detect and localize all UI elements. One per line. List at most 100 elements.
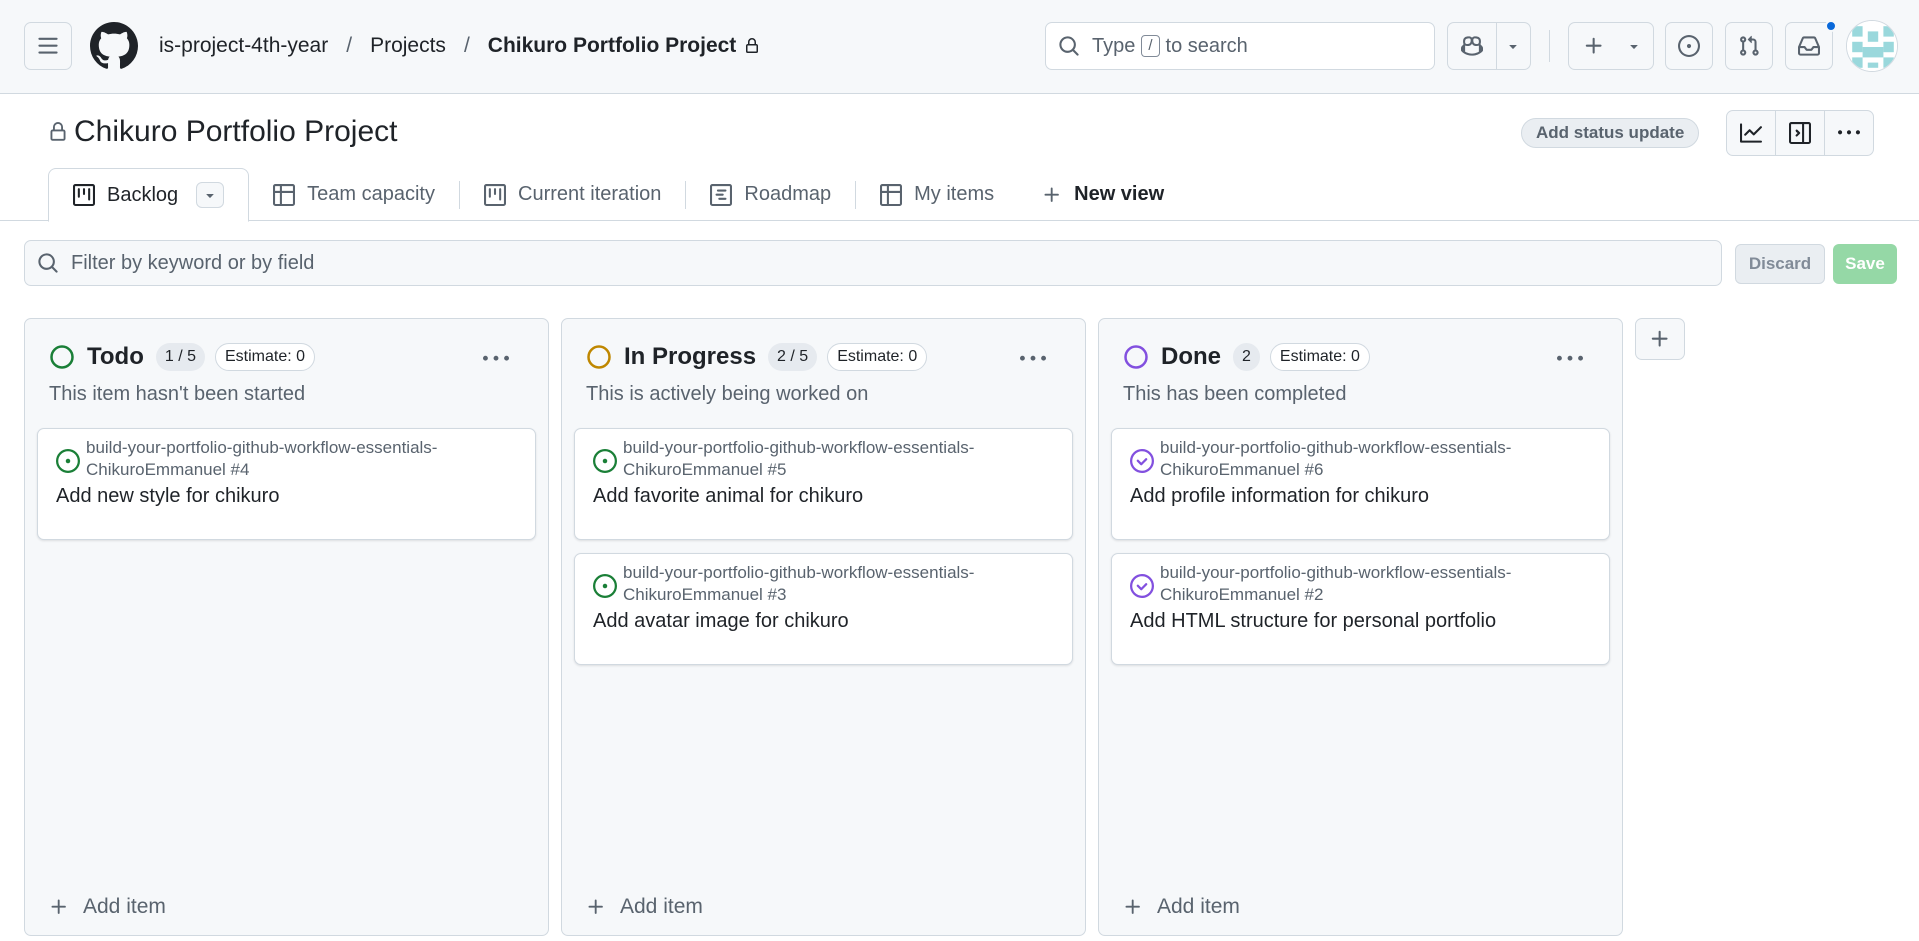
project-board-icon [484, 183, 506, 206]
board-column-in-progress: In Progress 2 / 5 Estimate: 0 This is ac… [561, 318, 1086, 936]
plus-icon [1042, 185, 1062, 205]
plus-icon [1123, 897, 1143, 917]
issue-card[interactable]: build-your-portfolio-github-workflow-ess… [1111, 428, 1610, 540]
plus-icon [1651, 330, 1668, 347]
issue-closed-icon [1130, 449, 1154, 473]
new-view-button[interactable]: New view [1018, 168, 1188, 221]
column-description: This item hasn't been started [49, 383, 306, 405]
github-logo[interactable] [89, 22, 138, 70]
add-column-button[interactable] [1635, 318, 1685, 360]
tab-my-items[interactable]: My items [856, 168, 1018, 221]
card-repository[interactable]: build-your-portfolio-github-workflow-ess… [623, 562, 1063, 606]
issue-card[interactable]: build-your-portfolio-github-workflow-ess… [1111, 553, 1610, 665]
board-column-todo: Todo 1 / 5 Estimate: 0 This item hasn't … [24, 318, 549, 936]
pull-requests-button[interactable] [1725, 22, 1773, 70]
issue-opened-icon [593, 449, 617, 473]
add-status-update-button[interactable]: Add status update [1521, 118, 1700, 148]
breadcrumb-projects[interactable]: Projects [370, 34, 446, 58]
search-icon [38, 253, 58, 273]
discard-button[interactable]: Discard [1735, 244, 1825, 284]
card-title[interactable]: Add avatar image for chikuro [593, 610, 849, 633]
avatar[interactable] [1846, 20, 1898, 72]
card-title[interactable]: Add new style for chikuro [56, 485, 279, 508]
filter-input[interactable]: Filter by keyword or by field [24, 240, 1722, 286]
project-actions [1726, 110, 1874, 156]
table-icon [880, 183, 903, 206]
tab-label: New view [1074, 183, 1165, 205]
tab-current-iteration[interactable]: Current iteration [460, 168, 685, 221]
menu-icon [38, 37, 58, 54]
project-title: Chikuro Portfolio Project [48, 115, 397, 149]
copilot-icon [1460, 36, 1483, 56]
column-count-badge: 2 / 5 [768, 343, 818, 371]
card-title[interactable]: Add HTML structure for personal portfoli… [1130, 610, 1496, 633]
git-pull-request-icon [1740, 35, 1759, 56]
column-description: This is actively being worked on [586, 383, 869, 405]
tab-team-capacity[interactable]: Team capacity [249, 168, 459, 221]
tab-roadmap[interactable]: Roadmap [686, 168, 855, 221]
create-new-button[interactable] [1568, 22, 1654, 70]
plus-icon [1569, 23, 1619, 69]
notification-indicator [1825, 20, 1837, 32]
triangle-down-icon [206, 194, 214, 198]
column-header: Done 2 Estimate: 0 [1123, 343, 1370, 371]
card-title[interactable]: Add favorite animal for chikuro [593, 485, 863, 508]
global-header: is-project-4th-year / Projects / Chikuro… [0, 0, 1919, 94]
column-title: Todo [87, 343, 144, 370]
issue-opened-icon [593, 574, 617, 598]
add-item-button[interactable]: Add item [586, 895, 703, 919]
add-item-label: Add item [620, 895, 703, 918]
graph-icon [1740, 123, 1762, 143]
insights-button[interactable] [1727, 111, 1776, 155]
save-button[interactable]: Save [1833, 244, 1897, 284]
menu-button[interactable] [24, 22, 72, 70]
lock-icon [744, 38, 760, 54]
status-circle-icon [1124, 345, 1148, 369]
card-repository[interactable]: build-your-portfolio-github-workflow-ess… [1160, 562, 1600, 606]
card-repository[interactable]: build-your-portfolio-github-workflow-ess… [86, 437, 526, 481]
status-circle-icon [587, 345, 611, 369]
search-shortcut-key: / [1141, 35, 1160, 57]
header-divider [1549, 30, 1550, 62]
tab-label: Team capacity [307, 183, 435, 205]
triangle-down-icon [1619, 23, 1649, 69]
column-header: In Progress 2 / 5 Estimate: 0 [586, 343, 928, 371]
column-menu-button[interactable] [480, 343, 512, 375]
issue-card[interactable]: build-your-portfolio-github-workflow-ess… [574, 553, 1073, 665]
issue-card[interactable]: build-your-portfolio-github-workflow-ess… [37, 428, 536, 540]
card-repository[interactable]: build-your-portfolio-github-workflow-ess… [623, 437, 1063, 481]
copilot-button[interactable] [1448, 23, 1497, 69]
add-item-button[interactable]: Add item [1123, 895, 1240, 919]
project-title-text: Chikuro Portfolio Project [74, 115, 398, 148]
view-tabs: Backlog Team capacity Current iteration … [48, 168, 1188, 222]
breadcrumb-separator: / [463, 34, 470, 57]
kebab-horizontal-icon [1838, 130, 1860, 135]
copilot-dropdown-button[interactable] [1497, 23, 1530, 69]
column-title: Done [1161, 343, 1221, 370]
tab-backlog[interactable]: Backlog [48, 168, 250, 222]
card-title[interactable]: Add profile information for chikuro [1130, 485, 1429, 508]
project-board-icon [73, 184, 95, 206]
tab-label: Current iteration [518, 183, 662, 205]
issue-card[interactable]: build-your-portfolio-github-workflow-ess… [574, 428, 1073, 540]
column-menu-button[interactable] [1554, 343, 1586, 375]
tab-label: Roadmap [744, 183, 832, 205]
project-more-button[interactable] [1825, 111, 1873, 155]
kebab-horizontal-icon [1020, 355, 1046, 361]
view-options-button[interactable] [196, 182, 225, 208]
kebab-horizontal-icon [483, 355, 509, 361]
card-repository[interactable]: build-your-portfolio-github-workflow-ess… [1160, 437, 1600, 481]
global-search-input[interactable]: Type / to search [1045, 22, 1435, 70]
column-menu-button[interactable] [1017, 343, 1049, 375]
issues-button[interactable] [1665, 22, 1713, 70]
search-placeholder-prefix: Type [1092, 34, 1136, 57]
breadcrumb-org[interactable]: is-project-4th-year [159, 34, 328, 58]
sidebar-panel-icon [1789, 122, 1811, 144]
lock-icon [48, 122, 68, 142]
column-estimate-badge: Estimate: 0 [827, 343, 928, 371]
side-panel-button[interactable] [1776, 111, 1825, 155]
breadcrumb-current-project[interactable]: Chikuro Portfolio Project [488, 34, 737, 58]
breadcrumb-separator: / [346, 34, 353, 57]
add-item-button[interactable]: Add item [49, 895, 166, 919]
tab-label: My items [914, 183, 995, 205]
